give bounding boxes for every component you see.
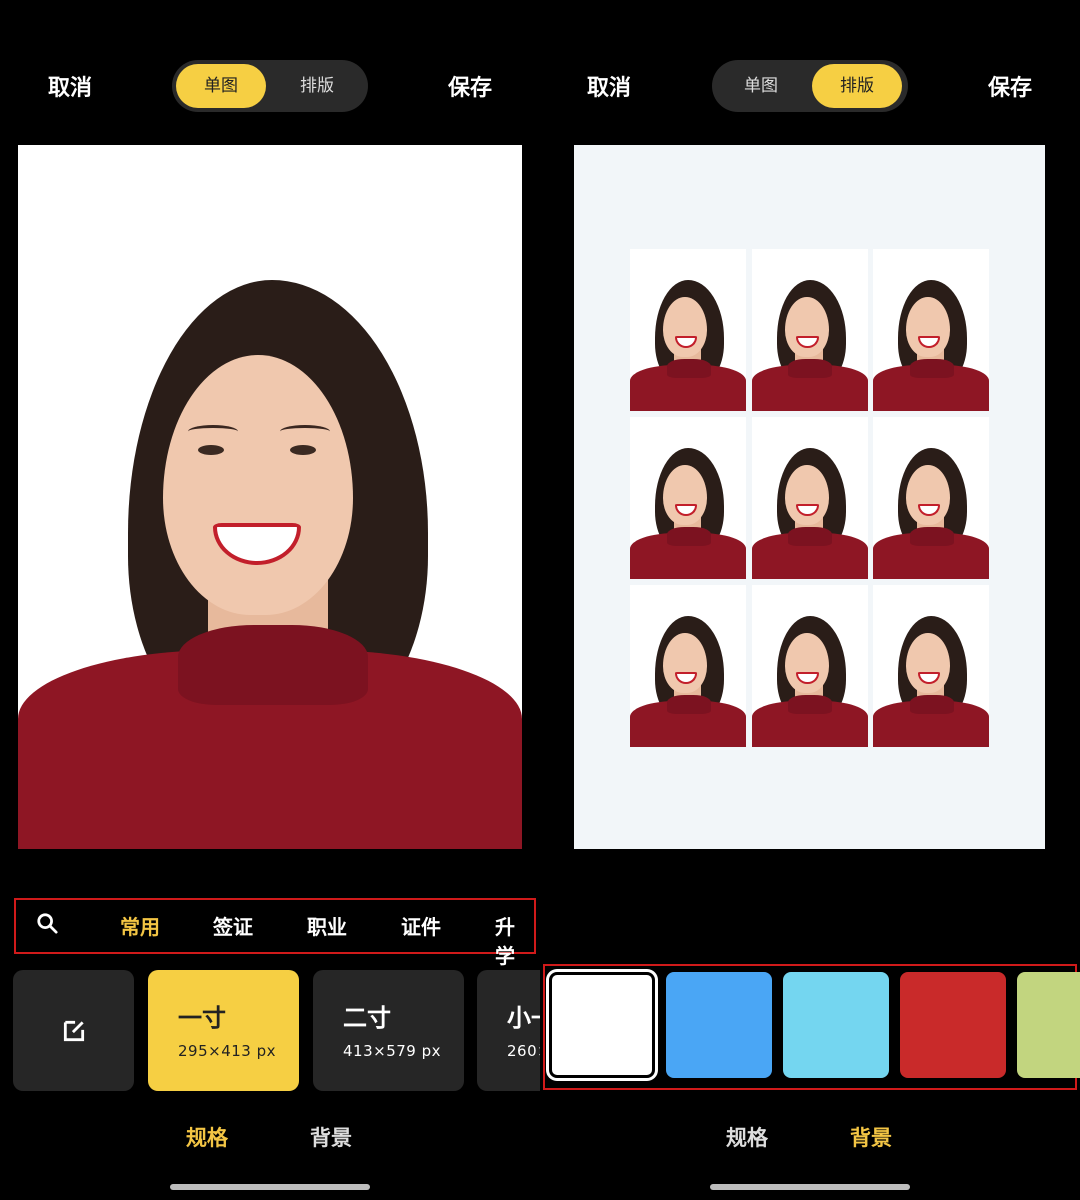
grid-photo (873, 249, 989, 411)
category-tab-bar: 常用 签证 职业 证件 升学 (14, 898, 536, 968)
bottom-tab-spec[interactable]: 规格 (726, 1122, 768, 1152)
grid-photo (630, 249, 746, 411)
size-card-dimensions: 260×378 px (507, 1042, 540, 1060)
mode-segmented-control: 单图 排版 (172, 60, 368, 112)
tab-common[interactable]: 常用 (120, 911, 160, 940)
bottom-tab-background[interactable]: 背景 (850, 1122, 892, 1152)
tab-certificate[interactable]: 证件 (401, 911, 441, 940)
segment-single[interactable]: 单图 (176, 64, 266, 108)
mode-segmented-control: 单图 排版 (712, 60, 908, 112)
tab-occupation[interactable]: 职业 (307, 911, 347, 940)
color-swatch[interactable] (549, 972, 655, 1078)
search-icon[interactable] (36, 912, 58, 934)
tab-visa[interactable]: 签证 (213, 911, 253, 940)
grid-photo (751, 249, 868, 411)
print-sheet-preview (574, 145, 1045, 849)
single-photo-panel: 取消 单图 排版 保存 常用 签证 职业 证件 升学 一寸 295×413 px… (0, 0, 540, 1200)
home-indicator (710, 1184, 910, 1190)
segment-layout[interactable]: 排版 (272, 64, 362, 108)
photo-preview (18, 145, 522, 849)
grid-photo (873, 585, 989, 747)
home-indicator (170, 1184, 370, 1190)
size-card-small-one-inch[interactable]: 小一寸 260×378 px (477, 970, 540, 1091)
portrait-image (18, 145, 522, 849)
grid-photo (630, 585, 746, 747)
color-swatch[interactable] (900, 972, 1006, 1078)
save-button[interactable]: 保存 (448, 70, 492, 102)
segment-layout[interactable]: 排版 (812, 64, 902, 108)
grid-photo (751, 417, 868, 579)
cancel-button[interactable]: 取消 (587, 70, 631, 102)
size-card-name: 二寸 (343, 1004, 391, 1032)
grid-photo (751, 585, 868, 747)
background-color-picker (543, 964, 1080, 1090)
custom-size-button[interactable] (13, 970, 134, 1091)
tab-admission[interactable]: 升学 (495, 911, 534, 969)
grid-photo (873, 417, 989, 579)
segment-single[interactable]: 单图 (716, 64, 806, 108)
size-card-dimensions: 295×413 px (178, 1042, 276, 1060)
save-button[interactable]: 保存 (988, 70, 1032, 102)
size-card-name: 一寸 (178, 1004, 226, 1032)
bottom-tab-spec[interactable]: 规格 (186, 1122, 228, 1152)
bottom-tab-background[interactable]: 背景 (310, 1122, 352, 1152)
color-swatch[interactable] (1017, 972, 1080, 1078)
size-card-name: 小一寸 (507, 1004, 540, 1032)
size-card-one-inch[interactable]: 一寸 295×413 px (148, 970, 299, 1091)
size-card-two-inch[interactable]: 二寸 413×579 px (313, 970, 464, 1091)
color-swatch[interactable] (783, 972, 889, 1078)
size-card-dimensions: 413×579 px (343, 1042, 441, 1060)
grid-photo (630, 417, 746, 579)
color-swatch[interactable] (666, 972, 772, 1078)
edit-icon (63, 1020, 85, 1042)
layout-panel: 取消 单图 排版 保存 规格 背景 (540, 0, 1080, 1200)
cancel-button[interactable]: 取消 (48, 70, 92, 102)
